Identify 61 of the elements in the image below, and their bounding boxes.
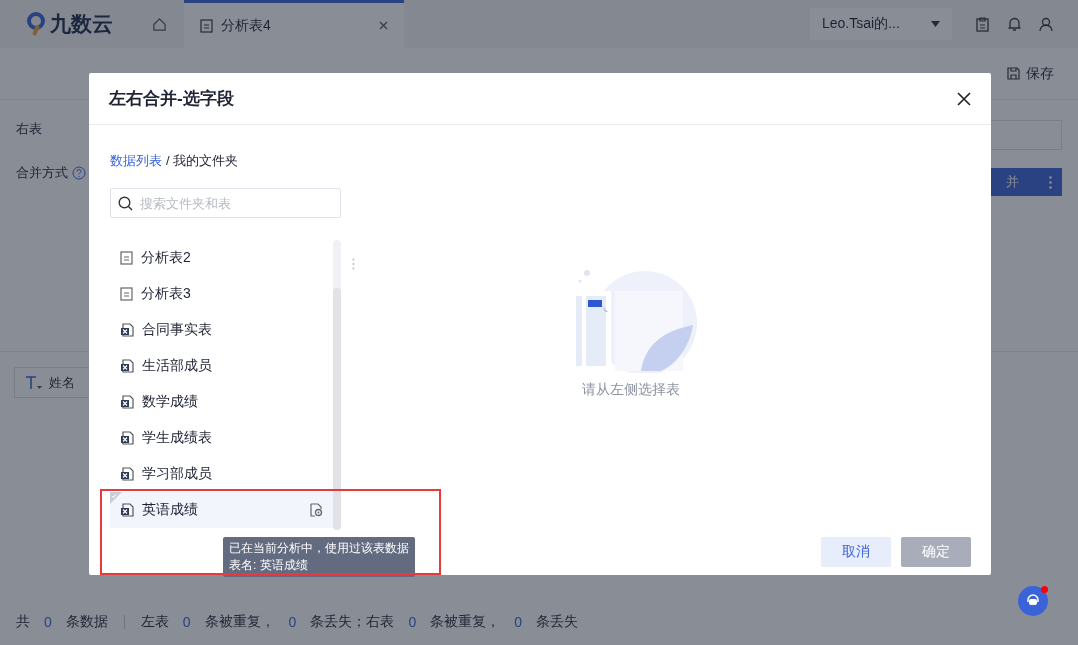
breadcrumb-link[interactable]: 数据列表 [110,152,162,170]
status-text: 条数据 [65,613,108,631]
cancel-button[interactable]: 取消 [821,537,891,567]
document-tab[interactable]: 分析表4 [184,0,404,48]
table-list-item[interactable]: 分析表2 [110,240,333,276]
spreadsheet-icon [120,503,134,517]
caret-icon [931,21,940,27]
empty-state-text: 请从左侧选择表 [582,381,680,399]
text-type-icon [25,375,43,390]
field-label: 右表 [16,120,43,138]
table-list-item[interactable]: 分析表3 [110,276,333,312]
logo-icon [26,12,46,36]
save-button[interactable]: 保存 [1007,64,1054,83]
account-dropdown[interactable]: Leo.Tsai的... [810,8,952,40]
notification-dot-icon [1041,586,1048,593]
close-icon[interactable] [379,21,388,30]
more-icon[interactable] [1049,175,1052,189]
table-list-item[interactable]: 英语成绩 [110,492,333,528]
table-list-item[interactable]: 生活部成员 [110,348,333,384]
status-text: 条丢失 [536,613,578,631]
search-field[interactable]: 搜索文件夹和表 [110,188,341,218]
spreadsheet-icon [120,431,134,445]
resize-handle-icon[interactable] [351,258,355,270]
table-list-item[interactable]: 数学成绩 [110,384,333,420]
document-icon [120,251,133,265]
count-value: 0 [513,614,523,630]
spreadsheet-icon [120,467,134,481]
scrollbar[interactable] [333,240,341,530]
status-text: 条被重复， [204,613,275,631]
dialog-title: 左右合并-选字段 [109,88,234,110]
status-text: 左表 [140,613,169,631]
count-value: 0 [407,614,418,630]
field-label: 合并方式 [16,164,68,182]
home-icon[interactable] [151,16,167,32]
close-button[interactable] [957,91,971,106]
count-value: 0 [181,614,192,630]
document-icon [200,18,213,33]
status-text: 条丢失；右表 [310,613,395,631]
support-button[interactable] [1018,586,1048,616]
spreadsheet-icon [120,395,134,409]
count-value: 0 [43,614,53,630]
tooltip: 已在当前分析中，使用过该表数据 表名: 英语成绩 [223,537,415,577]
save-icon [1007,67,1020,80]
breadcrumb-text: / 我的文件夹 [166,152,239,170]
check-corner-icon [110,492,122,504]
help-icon[interactable] [72,166,86,180]
table-list-item[interactable]: 学习部成员 [110,456,333,492]
document-icon [120,287,133,301]
status-text: 共 [16,613,30,631]
close-icon [957,91,971,106]
table-list-item[interactable]: 合同事实表 [110,312,333,348]
table-list-item[interactable]: 学生成绩表 [110,420,333,456]
user-icon[interactable] [1039,16,1053,32]
count-value: 0 [287,614,298,630]
spreadsheet-icon [120,359,134,373]
status-text: 条被重复， [430,613,501,631]
clipboard-icon[interactable] [975,16,989,32]
spreadsheet-icon [120,323,134,337]
search-icon [118,196,133,211]
bell-icon[interactable] [1007,16,1021,32]
logo-text: 九数云 [50,11,113,37]
